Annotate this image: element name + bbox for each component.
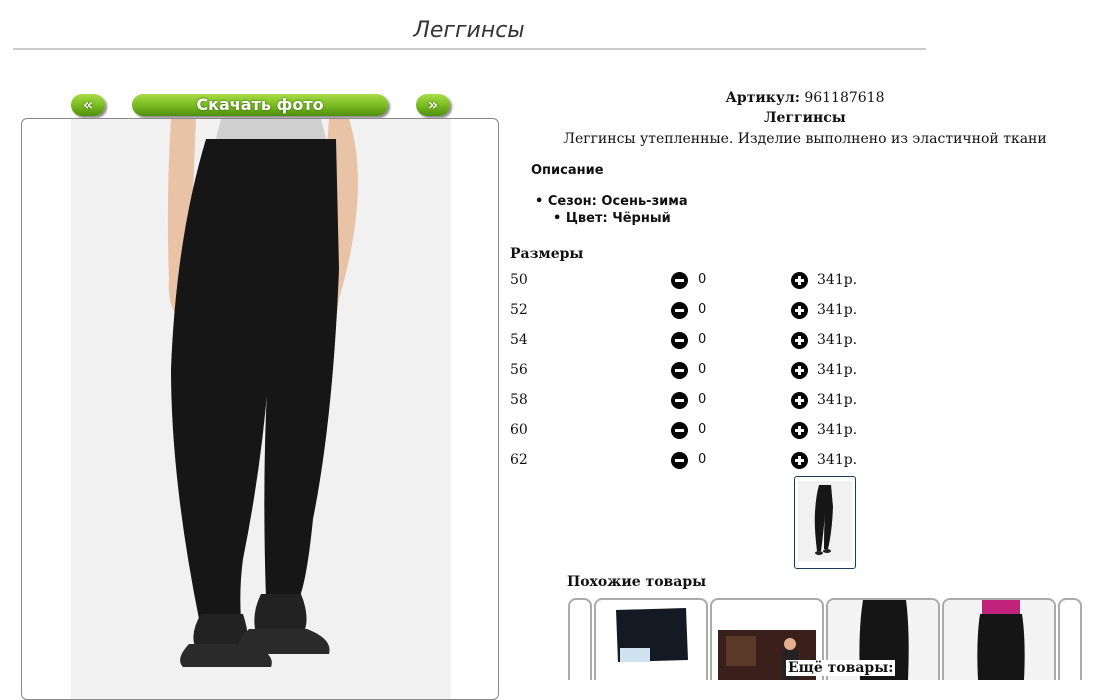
- similar-product-card[interactable]: [568, 598, 592, 680]
- quantity-value: 0: [698, 422, 707, 437]
- increase-quantity-icon[interactable]: [791, 452, 808, 469]
- thumbnail-image: [798, 481, 852, 561]
- price-value: 341р.: [817, 452, 858, 468]
- size-row: 60 0 341р.: [510, 420, 870, 442]
- decrease-quantity-icon[interactable]: [671, 452, 688, 469]
- price-value: 341р.: [817, 392, 858, 408]
- quantity-value: 0: [698, 332, 707, 347]
- size-label: 56: [510, 362, 528, 378]
- size-row: 54 0 341р.: [510, 330, 870, 352]
- size-label: 54: [510, 332, 528, 348]
- increase-quantity-icon[interactable]: [791, 332, 808, 349]
- next-photo-button[interactable]: »: [416, 94, 450, 116]
- title-divider: [13, 48, 926, 50]
- decrease-quantity-icon[interactable]: [671, 422, 688, 439]
- increase-quantity-icon[interactable]: [791, 272, 808, 289]
- article-number: Артикул: 961187618: [510, 90, 1100, 106]
- decrease-quantity-icon[interactable]: [671, 392, 688, 409]
- quantity-value: 0: [698, 302, 707, 317]
- increase-quantity-icon[interactable]: [791, 392, 808, 409]
- price-value: 341р.: [817, 332, 858, 348]
- price-value: 341р.: [817, 272, 858, 288]
- increase-quantity-icon[interactable]: [791, 302, 808, 319]
- description-heading: Описание: [531, 163, 604, 178]
- similar-product-image: [616, 608, 688, 662]
- article-value: 961187618: [804, 90, 885, 106]
- price-value: 341р.: [817, 302, 858, 318]
- size-row: 50 0 341р.: [510, 270, 870, 292]
- season-item: Сезон: Осень-зима: [535, 194, 688, 209]
- size-row: 58 0 341р.: [510, 390, 870, 412]
- similar-product-card[interactable]: [594, 598, 708, 680]
- size-label: 58: [510, 392, 528, 408]
- price-value: 341р.: [817, 422, 858, 438]
- quantity-value: 0: [698, 272, 707, 287]
- product-photo-frame: [21, 118, 499, 700]
- page-title: Леггинсы: [413, 18, 525, 43]
- size-label: 50: [510, 272, 528, 288]
- decrease-quantity-icon[interactable]: [671, 332, 688, 349]
- size-label: 52: [510, 302, 528, 318]
- sizes-heading: Размеры: [510, 246, 584, 262]
- similar-product-image: [944, 600, 1054, 680]
- product-photo[interactable]: [71, 119, 451, 699]
- photo-thumbnail[interactable]: [794, 476, 856, 569]
- size-label: 60: [510, 422, 528, 438]
- decrease-quantity-icon[interactable]: [671, 362, 688, 379]
- more-products-label: Ещё товары:: [786, 660, 896, 676]
- product-name: Леггинсы: [764, 110, 846, 126]
- size-label: 62: [510, 452, 528, 468]
- download-photo-button[interactable]: Скачать фото: [132, 94, 388, 116]
- similar-product-card[interactable]: [1058, 598, 1082, 680]
- similar-product-card[interactable]: [942, 598, 1056, 680]
- decrease-quantity-icon[interactable]: [671, 302, 688, 319]
- quantity-value: 0: [698, 362, 707, 377]
- decrease-quantity-icon[interactable]: [671, 272, 688, 289]
- similar-products-heading: Похожие товары: [567, 574, 707, 590]
- prev-photo-button[interactable]: «: [71, 94, 105, 116]
- leggings-model-image: [71, 119, 451, 699]
- size-row: 52 0 341р.: [510, 300, 870, 322]
- price-value: 341р.: [817, 362, 858, 378]
- increase-quantity-icon[interactable]: [791, 422, 808, 439]
- quantity-value: 0: [698, 452, 707, 467]
- quantity-value: 0: [698, 392, 707, 407]
- size-row: 62 0 341р.: [510, 450, 870, 472]
- size-row: 56 0 341р.: [510, 360, 870, 382]
- article-label: Артикул:: [725, 90, 800, 106]
- color-item: Цвет: Чёрный: [553, 211, 671, 226]
- increase-quantity-icon[interactable]: [791, 362, 808, 379]
- product-description: Леггинсы утепленные. Изделие выполнено и…: [563, 131, 1047, 147]
